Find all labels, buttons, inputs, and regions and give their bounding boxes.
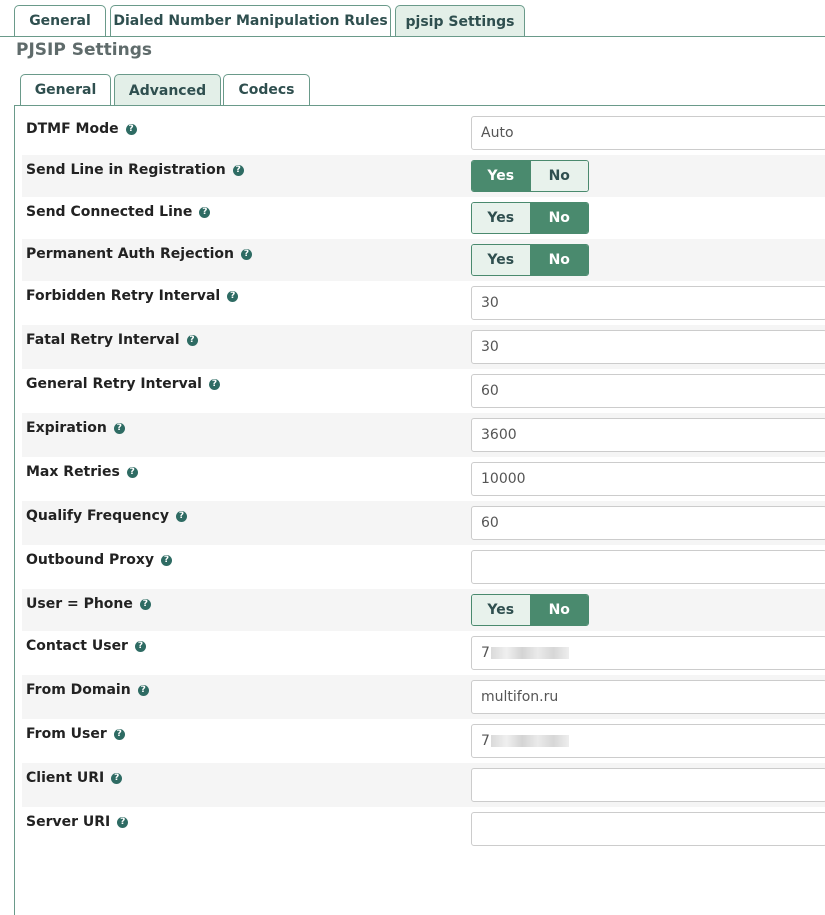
yes-option[interactable]: Yes [472, 245, 530, 275]
help-icon[interactable]: ? [232, 164, 244, 176]
send-line-in-registration-toggle[interactable]: Yes No [471, 160, 589, 192]
field-label: Server URI? [26, 814, 129, 830]
sub-tab-bar: General Advanced Codecs [0, 73, 825, 915]
field-label: Contact User? [26, 638, 146, 654]
field-label: Outbound Proxy? [26, 552, 172, 568]
help-icon[interactable]: ? [175, 510, 187, 522]
row-expiration: Expiration? 3600 [22, 413, 825, 457]
help-icon[interactable]: ? [113, 422, 125, 434]
field-label: Client URI? [26, 770, 123, 786]
help-icon[interactable]: ? [117, 816, 129, 828]
redacted-value [490, 647, 569, 659]
no-option[interactable]: No [529, 203, 588, 233]
yes-option[interactable]: Yes [472, 203, 530, 233]
row-forbidden-retry-interval: Forbidden Retry Interval? 30 [22, 281, 825, 325]
tab-divider [0, 36, 825, 37]
field-label: Max Retries? [26, 464, 138, 480]
general-retry-interval-input[interactable]: 60 [471, 374, 825, 408]
no-option[interactable]: No [529, 245, 588, 275]
from-domain-input[interactable]: multifon.ru [471, 680, 825, 714]
row-permanent-auth-rejection: Permanent Auth Rejection? Yes No [22, 239, 825, 281]
redacted-value [490, 735, 569, 747]
row-qualify-frequency: Qualify Frequency? 60 [22, 501, 825, 545]
tab-pjsip-settings[interactable]: pjsip Settings [395, 5, 525, 37]
send-connected-line-toggle[interactable]: Yes No [471, 202, 589, 234]
help-icon[interactable]: ? [139, 598, 151, 610]
row-contact-user: Contact User? 7 [22, 631, 825, 675]
no-option[interactable]: No [529, 595, 588, 625]
field-label: Send Line in Registration? [26, 162, 244, 178]
dtmf-mode-select[interactable]: Auto [471, 116, 825, 150]
row-dtmf-mode: DTMF Mode? Auto [22, 111, 825, 155]
expiration-input[interactable]: 3600 [471, 418, 825, 452]
tab-dialed-number-manipulation-rules[interactable]: Dialed Number Manipulation Rules [110, 5, 391, 36]
help-icon[interactable]: ? [160, 554, 172, 566]
help-icon[interactable]: ? [199, 206, 211, 218]
row-user-phone: User = Phone? Yes No [22, 589, 825, 631]
row-send-connected-line: Send Connected Line? Yes No [22, 197, 825, 239]
yes-option[interactable]: Yes [472, 595, 530, 625]
help-icon[interactable]: ? [126, 466, 138, 478]
row-client-uri: Client URI? [22, 763, 825, 807]
user-phone-toggle[interactable]: Yes No [471, 594, 589, 626]
outbound-proxy-input[interactable] [471, 550, 825, 584]
field-label: DTMF Mode? [26, 121, 137, 137]
yes-option[interactable]: Yes [472, 161, 530, 191]
field-label: User = Phone? [26, 596, 151, 612]
tab-general[interactable]: General [14, 5, 106, 36]
panel-border [14, 105, 15, 915]
help-icon[interactable]: ? [240, 248, 252, 260]
forbidden-retry-interval-input[interactable]: 30 [471, 286, 825, 320]
help-icon[interactable]: ? [227, 290, 239, 302]
client-uri-input[interactable] [471, 768, 825, 802]
help-icon[interactable]: ? [208, 378, 220, 390]
row-outbound-proxy: Outbound Proxy? [22, 545, 825, 589]
subtab-codecs[interactable]: Codecs [223, 74, 310, 105]
row-from-domain: From Domain? multifon.ru [22, 675, 825, 719]
field-label: Expiration? [26, 420, 125, 436]
field-label: General Retry Interval? [26, 376, 220, 392]
contact-user-input[interactable]: 7 [471, 636, 825, 670]
help-icon[interactable]: ? [125, 123, 137, 135]
qualify-frequency-input[interactable]: 60 [471, 506, 825, 540]
row-from-user: From User? 7 [22, 719, 825, 763]
field-label: From Domain? [26, 682, 149, 698]
help-icon[interactable]: ? [111, 772, 123, 784]
settings-form: DTMF Mode? Auto Send Line in Registratio… [22, 111, 825, 851]
field-label: Send Connected Line? [26, 204, 211, 220]
top-tab-bar: General Dialed Number Manipulation Rules… [0, 0, 825, 37]
row-max-retries: Max Retries? 10000 [22, 457, 825, 501]
subtab-advanced[interactable]: Advanced [114, 74, 221, 106]
from-user-input[interactable]: 7 [471, 724, 825, 758]
no-option[interactable]: No [529, 161, 588, 191]
fatal-retry-interval-input[interactable]: 30 [471, 330, 825, 364]
field-label: Fatal Retry Interval? [26, 332, 198, 348]
field-label: From User? [26, 726, 125, 742]
sub-tab-divider [14, 105, 825, 106]
row-fatal-retry-interval: Fatal Retry Interval? 30 [22, 325, 825, 369]
section-title: PJSIP Settings [16, 40, 152, 60]
field-label: Qualify Frequency? [26, 508, 187, 524]
subtab-general[interactable]: General [20, 74, 111, 105]
field-label: Forbidden Retry Interval? [26, 288, 239, 304]
permanent-auth-rejection-toggle[interactable]: Yes No [471, 244, 589, 276]
row-server-uri: Server URI? [22, 807, 825, 851]
row-send-line-in-registration: Send Line in Registration? Yes No [22, 155, 825, 197]
max-retries-input[interactable]: 10000 [471, 462, 825, 496]
row-general-retry-interval: General Retry Interval? 60 [22, 369, 825, 413]
help-icon[interactable]: ? [113, 728, 125, 740]
help-icon[interactable]: ? [186, 334, 198, 346]
server-uri-input[interactable] [471, 812, 825, 846]
help-icon[interactable]: ? [137, 684, 149, 696]
field-label: Permanent Auth Rejection? [26, 246, 252, 262]
help-icon[interactable]: ? [134, 640, 146, 652]
